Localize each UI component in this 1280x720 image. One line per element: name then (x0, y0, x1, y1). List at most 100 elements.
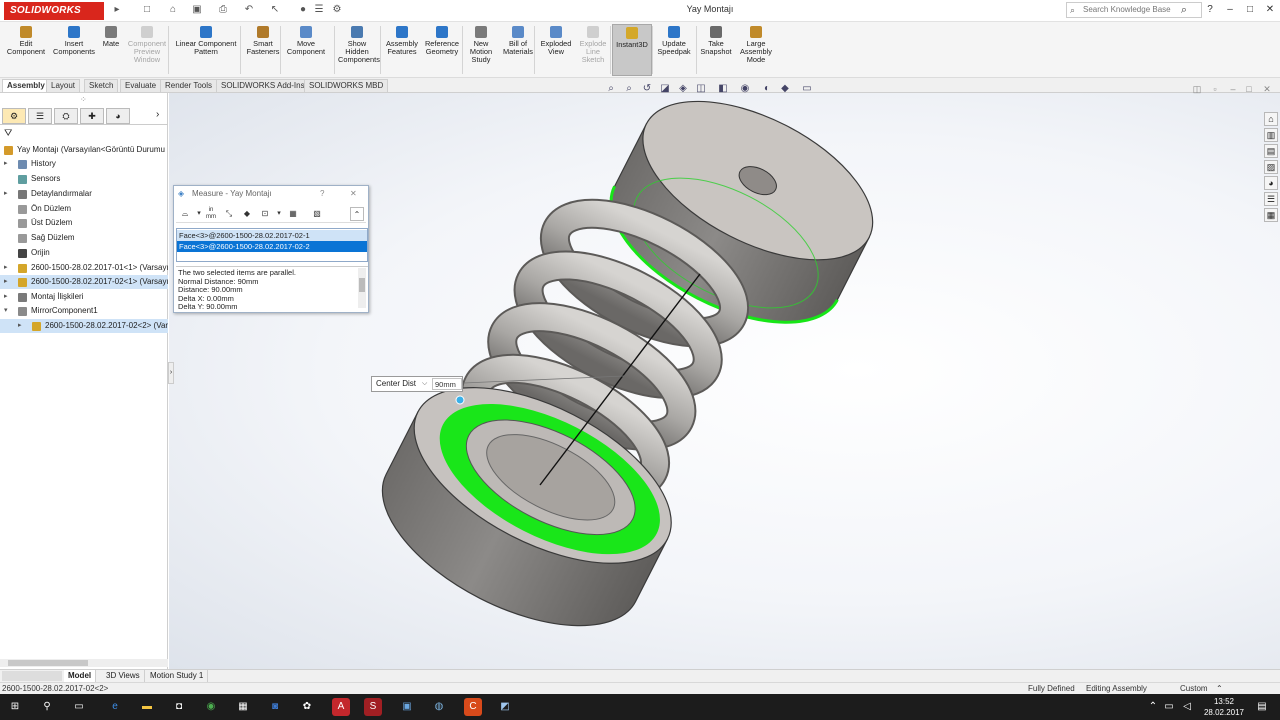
tree-mirror-component[interactable]: ▾ MirrorComponent1 (0, 304, 168, 318)
tree-annotations[interactable]: ▸ Detaylandırmalar (0, 187, 168, 201)
ribbon-button-preview-window[interactable]: Component Preview Window (124, 24, 170, 76)
bottom-tab-3d-views[interactable]: 3D Views (102, 670, 145, 682)
center-distance-callout[interactable]: Center Dist ⌵ 90mm (371, 376, 463, 392)
tab-render-tools[interactable]: Render Tools (160, 79, 217, 92)
ribbon-button-instant3d[interactable]: Instant3D (612, 24, 652, 76)
ribbon-button-large-assembly[interactable]: Large Assembly Mode (736, 24, 776, 76)
feature-manager-tab-icon[interactable]: ⚙ (2, 108, 26, 124)
bottom-tab-model[interactable]: Model (64, 670, 97, 682)
edge-browser-icon[interactable]: e (106, 698, 124, 716)
chevron-right-icon[interactable]: ▸ (4, 261, 12, 275)
network-app-icon[interactable]: ◍ (430, 698, 448, 716)
measure-title-bar[interactable]: ◈ Measure - Yay Montajı ? ✕ (174, 186, 368, 202)
hide-show-items-icon[interactable]: ◉ (738, 82, 752, 96)
viewport-tile-icon[interactable]: – (1226, 83, 1240, 95)
measure-results-scrollbar[interactable] (358, 268, 366, 308)
tray-chevron-icon[interactable]: ⌃ (1146, 698, 1160, 716)
tree-part-02-1[interactable]: ▸ 2600-1500-28.02.2017-02<1> (Varsayıla (0, 275, 168, 289)
home-icon[interactable]: ⌂ (1264, 112, 1278, 126)
property-manager-tab-icon[interactable]: ☰ (28, 108, 52, 124)
tab-solidworks-mbd[interactable]: SOLIDWORKS MBD (304, 79, 389, 92)
tree-front-plane[interactable]: Ön Düzlem (0, 202, 168, 216)
tree-horizontal-scrollbar[interactable] (0, 659, 168, 667)
callout-mode-label[interactable]: Center Dist (376, 377, 416, 391)
measure-close-icon[interactable]: ✕ (350, 186, 357, 202)
file-explorer-icon[interactable]: ▨ (1264, 160, 1278, 174)
windows-start-icon[interactable]: ⊞ (6, 698, 24, 716)
apply-scene-icon[interactable]: ◆ (778, 82, 792, 96)
tree-mates[interactable]: ▸ Montaj İlişkileri (0, 290, 168, 304)
search-taskbar-icon[interactable]: ⚲ (38, 698, 56, 716)
save-icon[interactable]: ▣ (190, 3, 204, 17)
tab-scroll-arrows[interactable] (2, 671, 62, 681)
image-viewer-icon[interactable]: ▣ (398, 698, 416, 716)
ribbon-button-exploded-view[interactable]: Exploded View (538, 24, 574, 76)
tab-evaluate[interactable]: Evaluate (120, 79, 162, 92)
panel-grip-icon[interactable]: ⁘ (80, 95, 87, 104)
viewport-close-icon[interactable]: ✕ (1260, 83, 1274, 95)
ribbon-button-edit-component[interactable]: Edit Component (4, 24, 48, 76)
filter-icon[interactable]: ⛛ (4, 128, 12, 139)
options-gear-icon[interactable]: ⚙ (330, 3, 344, 17)
resources-icon[interactable]: ▥ (1264, 128, 1278, 142)
chevron-down-icon[interactable]: ▾ (4, 304, 12, 318)
display-manager-tab-icon[interactable]: ◕ (106, 108, 130, 124)
volume-tray-icon[interactable]: ◁ (1180, 698, 1194, 716)
view-orientation-icon[interactable]: ◫ (694, 82, 708, 96)
graphics-area[interactable] (169, 93, 1280, 669)
previous-view-icon[interactable]: ↺ (640, 82, 654, 96)
chrome-icon[interactable]: ◉ (202, 698, 220, 716)
search-icon[interactable]: ⌕ (1176, 3, 1192, 17)
zoom-to-fit-icon[interactable]: ⌕ (604, 82, 618, 96)
tree-sensors[interactable]: Sensors (0, 172, 168, 186)
panel-collapse-handle[interactable]: › (168, 362, 174, 384)
notifications-icon[interactable]: ▤ (1254, 698, 1270, 716)
callout-value[interactable]: 90mm (432, 378, 462, 390)
minimize-icon[interactable]: – (1222, 2, 1238, 18)
open-document-icon[interactable]: ⌂ (166, 3, 180, 17)
configuration-manager-tab-icon[interactable]: ⛭ (54, 108, 78, 124)
dynamic-annotation-icon[interactable]: ◈ (676, 82, 690, 96)
tab-solidworks-add-ins[interactable]: SOLIDWORKS Add-Ins (216, 79, 310, 92)
units-dropdown-icon[interactable]: ⌃ (1216, 683, 1223, 694)
tree-part-01-1[interactable]: ▸ 2600-1500-28.02.2017-01<1> (Varsayıla (0, 261, 168, 275)
solidworks-logo[interactable]: SOLIDWORKS (4, 2, 104, 20)
collapse-dialog-icon[interactable]: ⌃ (350, 207, 364, 221)
measure-selection-item[interactable]: Face<3>@2600-1500-28.02.2017-02-2 (177, 241, 367, 252)
units-precision-icon[interactable]: in mm (204, 207, 218, 221)
tab-sketch[interactable]: Sketch (84, 79, 119, 92)
ccleaner-icon[interactable]: C (464, 698, 482, 716)
section-view-icon[interactable]: ◪ (658, 82, 672, 96)
status-units[interactable]: Custom (1180, 683, 1208, 694)
store-icon[interactable]: ◘ (170, 698, 188, 716)
chevron-down-icon[interactable]: ⌵ (422, 377, 427, 391)
close-icon[interactable]: ✕ (1262, 2, 1278, 18)
design-library-icon[interactable]: ▤ (1264, 144, 1278, 158)
tab-assembly[interactable]: Assembly (2, 79, 50, 92)
maximize-icon[interactable]: □ (1242, 2, 1258, 18)
tree-history[interactable]: ▸ History (0, 157, 168, 171)
ribbon-button-linear-pattern[interactable]: Linear Component Pattern (172, 24, 240, 76)
ribbon-button-bom[interactable]: Bill of Materials (500, 24, 536, 76)
create-sensor-icon[interactable]: ▦ (286, 207, 300, 221)
appearances-icon[interactable]: ◕ (1264, 176, 1278, 190)
point-dropdown-icon[interactable]: ▾ (272, 207, 286, 221)
measure-history-icon[interactable]: ▧ (310, 207, 324, 221)
ribbon-button-speedpak[interactable]: Update Speedpak (654, 24, 694, 76)
print-icon[interactable]: ⎙ (216, 3, 230, 17)
tree-right-plane[interactable]: Sağ Düzlem (0, 231, 168, 245)
panel-more-icon[interactable]: › (156, 109, 159, 120)
acrobat-icon[interactable]: A (332, 698, 350, 716)
ribbon-button-assembly-features[interactable]: Assembly Features (384, 24, 420, 76)
custom-properties-icon[interactable]: ☰ (1264, 192, 1278, 206)
viewport-minimize-icon[interactable]: ▫ (1208, 83, 1222, 95)
measure-selection-item[interactable]: Face<3>@2600-1500-28.02.2017-02-1 (177, 230, 367, 241)
undo-icon[interactable]: ↶ (242, 3, 256, 17)
tree-root-assembly[interactable]: Yay Montajı (Varsayılan<Görüntü Durumu (0, 143, 168, 157)
outlook-icon[interactable]: ◙ (266, 698, 284, 716)
ribbon-button-reference-geometry[interactable]: Reference Geometry (422, 24, 462, 76)
zoom-to-area-icon[interactable]: ⌕ (622, 82, 636, 96)
ribbon-button-mate[interactable]: Mate (98, 24, 124, 76)
dimxpert-tab-icon[interactable]: ✚ (80, 108, 104, 124)
viewport-maximize-icon[interactable]: □ (1242, 83, 1256, 95)
